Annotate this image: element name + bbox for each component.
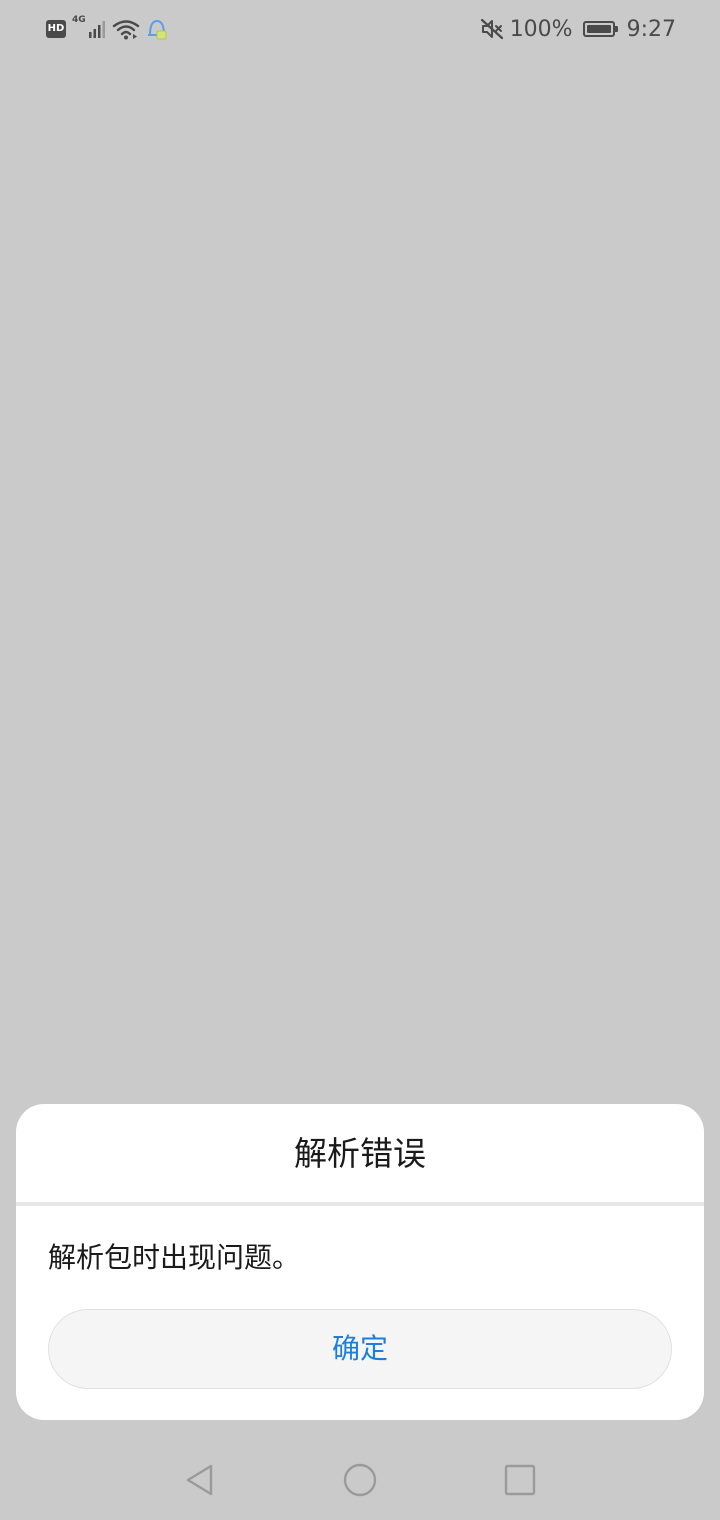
confirm-button[interactable]: 确定 [48, 1309, 672, 1389]
clock: 9:27 [626, 16, 676, 42]
parse-error-dialog: 解析错误 解析包时出现问题。 确定 [16, 1104, 704, 1420]
dialog-message: 解析包时出现问题。 [48, 1241, 301, 1274]
status-bar-left: HD 4G [46, 15, 168, 42]
signal-icon [88, 21, 105, 38]
status-bar-right: 100% 9:27 [480, 14, 676, 44]
mute-icon [480, 18, 503, 40]
hd-icon: HD [46, 20, 66, 38]
status-bar: HD 4G 100% 9:27 [0, 0, 720, 58]
home-icon[interactable] [340, 1460, 380, 1500]
battery-icon [582, 21, 618, 37]
battery-percent: 100% [509, 16, 573, 42]
dialog-divider [16, 1202, 704, 1206]
recent-apps-icon[interactable] [500, 1460, 540, 1500]
wifi-icon [112, 20, 139, 40]
notification-icon [147, 19, 167, 40]
dialog-title: 解析错误 [294, 1134, 426, 1173]
battery-level-fill [586, 25, 611, 33]
back-icon[interactable] [180, 1460, 220, 1500]
network-type-label: 4G [72, 15, 86, 25]
navigation-bar [0, 1440, 720, 1520]
